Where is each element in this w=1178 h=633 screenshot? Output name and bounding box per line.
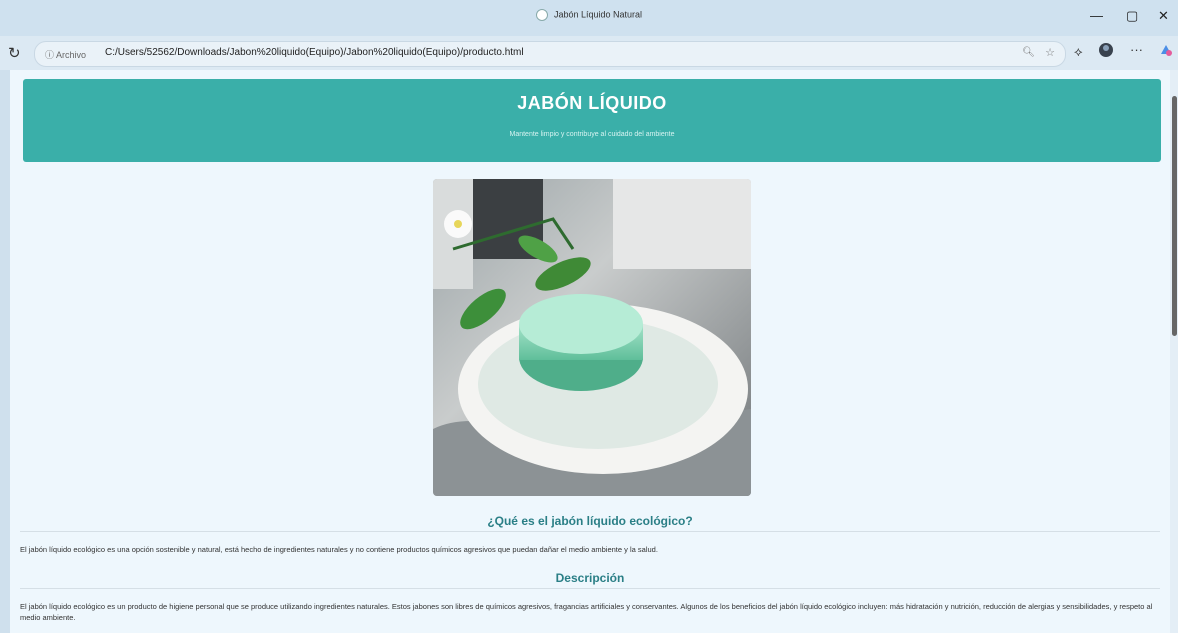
page-title: JABÓN LÍQUIDO <box>517 93 667 113</box>
copilot-icon[interactable] <box>1158 42 1174 61</box>
section-title-descripcion: Descripción <box>555 571 625 585</box>
file-info-label: Archivo <box>56 50 87 60</box>
address-bar[interactable]: ⓘ Archivo C:/Users/52562/Downloads/Jabon… <box>34 41 1066 67</box>
reload-icon[interactable]: ↻ <box>8 44 21 62</box>
section-text-descripcion: El jabón líquido ecológico es un product… <box>20 602 1153 622</box>
left-edge <box>0 70 10 633</box>
browser-title-bar: Jabón Líquido Natural — ▢ ✕ <box>0 0 1178 36</box>
page-viewport: JABÓN LÍQUIDO Mantente limpio y contribu… <box>0 70 1178 633</box>
page-header: JABÓN LÍQUIDO Mantente limpio y contribu… <box>23 79 1161 162</box>
page-scrollbar[interactable] <box>1170 70 1178 633</box>
minimize-button[interactable]: — <box>1090 8 1103 23</box>
globe-icon <box>535 9 548 21</box>
page-subtitle: Mantente limpio y contribuye al cuidado … <box>509 131 675 138</box>
favorite-star-icon[interactable]: ☆ <box>1045 46 1055 59</box>
window-title-text: Jabón Líquido Natural <box>553 9 643 20</box>
section-title-que-es: ¿Qué es el jabón líquido ecológico? <box>487 514 693 528</box>
divider <box>20 531 1160 532</box>
file-info-icon[interactable]: ⓘ Archivo <box>45 48 86 61</box>
section-text-que-es: El jabón líquido ecológico es una opción… <box>20 545 658 554</box>
zoom-icon[interactable]: 🔍︎ <box>1022 47 1035 58</box>
maximize-button[interactable]: ▢ <box>1126 8 1138 24</box>
close-button[interactable]: ✕ <box>1158 8 1169 24</box>
more-options-icon[interactable]: ··· <box>1130 42 1143 57</box>
scrollbar-thumb[interactable] <box>1172 96 1177 336</box>
collections-icon[interactable]: ⟡ <box>1074 44 1083 60</box>
browser-toolbar: ↻ ⓘ Archivo C:/Users/52562/Downloads/Jab… <box>0 36 1178 70</box>
divider <box>20 588 1160 589</box>
product-image <box>433 179 751 496</box>
window-title: Jabón Líquido Natural <box>0 9 1178 21</box>
profile-avatar-icon[interactable] <box>1098 42 1114 61</box>
url-text[interactable]: C:/Users/52562/Downloads/Jabon%20liquido… <box>105 47 524 58</box>
